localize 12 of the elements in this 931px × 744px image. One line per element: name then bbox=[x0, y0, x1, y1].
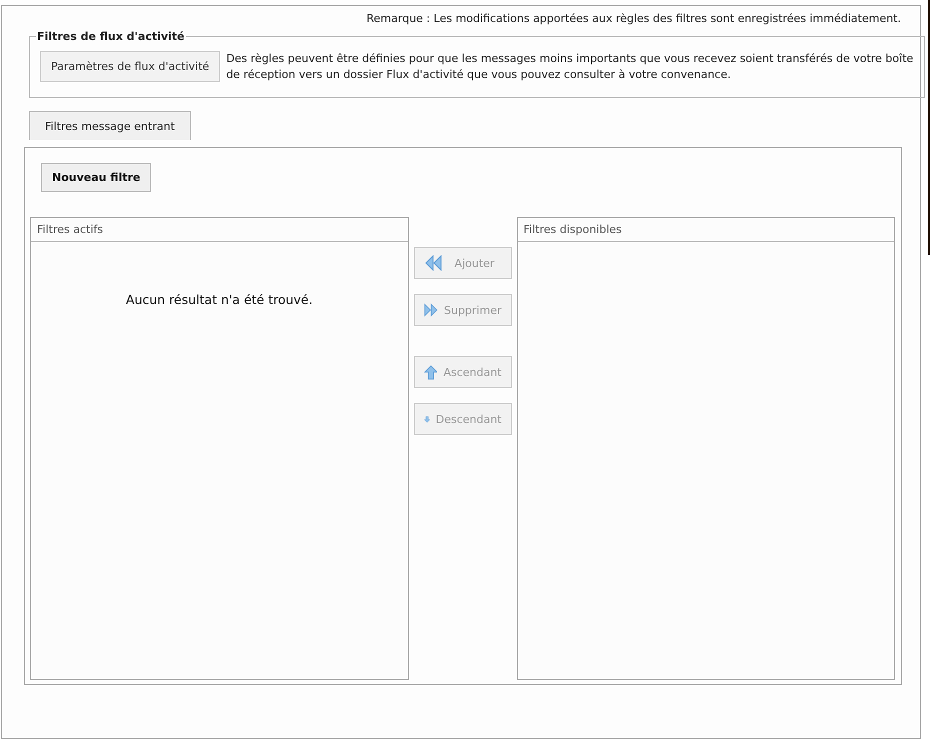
tab[interactable]: Filtres message entrant bbox=[29, 111, 191, 140]
list-header: Filtres actifs bbox=[31, 218, 408, 242]
description-text: Des règles peuvent être définies pour que les messages moins importants que vous recevez soient transférés de votre boîte de réception vers un dossier Flux d'activité que vous pouvez consulter à votre convenance. bbox=[226, 51, 914, 83]
note-text: Remarque : Les modifications apportées aux règles des filtres sont enregistrées immédiatement. bbox=[366, 11, 902, 25]
new-filter-button[interactable]: Nouveau filtre bbox=[41, 163, 152, 192]
group-title: Filtres de flux d'activité bbox=[36, 30, 186, 43]
double-right-arrow-icon bbox=[424, 302, 438, 318]
double-left-arrow-icon bbox=[424, 255, 442, 271]
up-arrow-icon bbox=[424, 364, 438, 380]
list-header: Filtres disponibles bbox=[518, 218, 894, 242]
empty-message: Aucun résultat n'a été trouvé. bbox=[124, 292, 314, 307]
activity-settings-button[interactable]: Paramètres de flux d'activité bbox=[40, 51, 220, 82]
